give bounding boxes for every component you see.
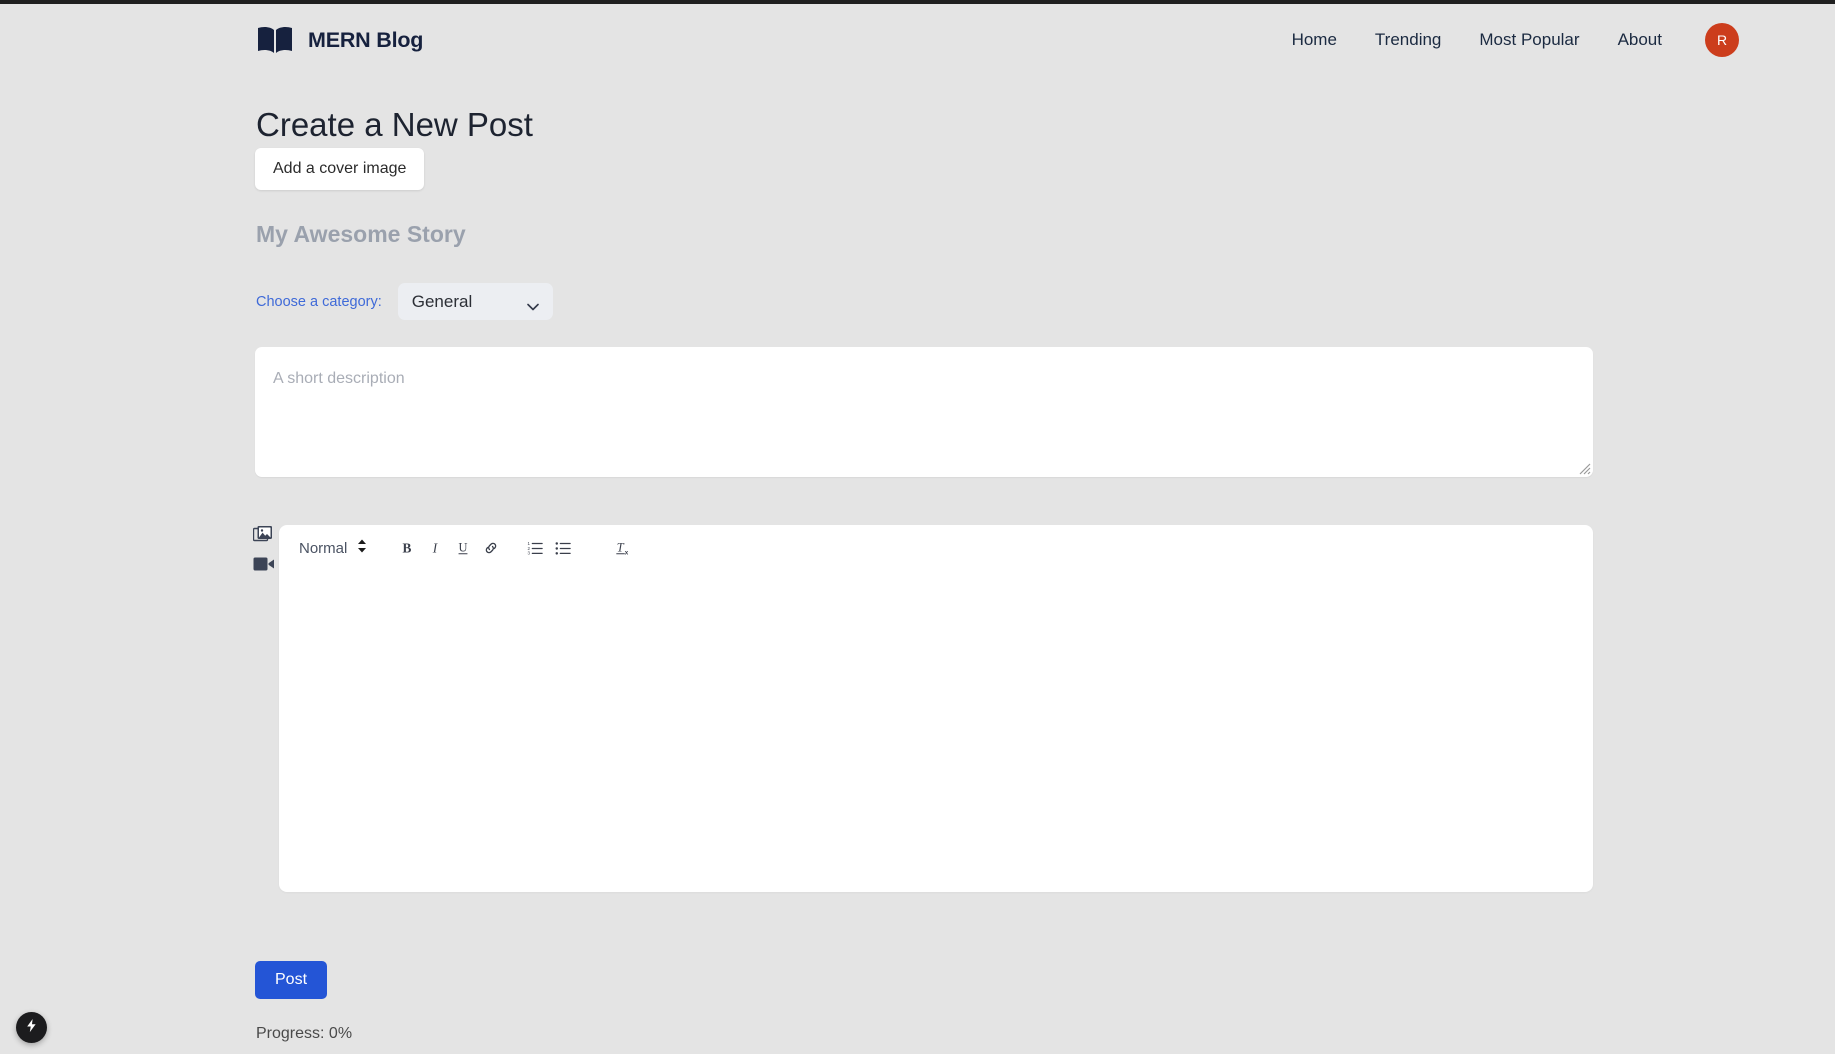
svg-text:I: I xyxy=(432,540,438,555)
format-select-label: Normal xyxy=(299,539,348,557)
lightning-bolt-icon xyxy=(24,1018,39,1038)
editor-content-area[interactable] xyxy=(279,571,1593,892)
category-select-wrap: General xyxy=(397,283,553,320)
side-media-icons xyxy=(252,525,274,575)
description-input[interactable] xyxy=(255,347,1593,477)
app-root: MERN Blog Home Trending Most Popular Abo… xyxy=(0,0,1835,1054)
bold-button[interactable]: B xyxy=(393,534,421,562)
brand[interactable]: MERN Blog xyxy=(256,25,423,55)
add-cover-image-button[interactable]: Add a cover image xyxy=(255,148,425,190)
up-down-arrows-icon xyxy=(357,538,367,559)
post-title-input[interactable]: My Awesome Story xyxy=(256,221,466,248)
nav-link-most-popular[interactable]: Most Popular xyxy=(1460,30,1598,50)
images-icon[interactable] xyxy=(252,525,273,545)
italic-button[interactable]: I xyxy=(421,534,449,562)
category-row: Choose a category: General xyxy=(256,283,553,320)
brand-name: MERN Blog xyxy=(308,27,424,52)
svg-text:B: B xyxy=(403,540,412,555)
video-camera-icon[interactable] xyxy=(253,555,274,575)
nav-link-trending[interactable]: Trending xyxy=(1356,30,1460,50)
svg-text:T: T xyxy=(617,541,625,555)
lightning-fab-button[interactable] xyxy=(16,1012,47,1043)
nav-link-about[interactable]: About xyxy=(1599,30,1681,50)
editor-toolbar: Normal B I U 1 2 3 T x xyxy=(279,525,1593,571)
nav-link-home[interactable]: Home xyxy=(1273,30,1356,50)
link-button[interactable] xyxy=(477,534,505,562)
open-book-icon xyxy=(256,25,294,55)
toolbar-text-style-group: B I U xyxy=(393,534,505,562)
svg-text:x: x xyxy=(625,550,629,556)
nav-links: Home Trending Most Popular About xyxy=(1273,30,1681,50)
bullet-list-button[interactable] xyxy=(549,534,577,562)
ordered-list-button[interactable]: 1 2 3 xyxy=(521,534,549,562)
avatar[interactable]: R xyxy=(1705,23,1739,57)
post-button[interactable]: Post xyxy=(255,961,328,999)
page-title: Create a New Post xyxy=(256,106,533,144)
underline-button[interactable]: U xyxy=(449,534,477,562)
category-label: Choose a category: xyxy=(256,293,382,310)
svg-text:3: 3 xyxy=(528,551,531,556)
clear-formatting-button[interactable]: T x xyxy=(609,534,637,562)
format-select[interactable]: Normal xyxy=(293,538,377,559)
category-select[interactable]: General xyxy=(397,283,553,320)
rich-text-editor: Normal B I U 1 2 3 T x xyxy=(279,525,1593,892)
navbar: MERN Blog Home Trending Most Popular Abo… xyxy=(0,4,1835,76)
toolbar-list-group: 1 2 3 xyxy=(521,534,577,562)
svg-text:U: U xyxy=(459,541,468,555)
progress-status: Progress: 0% xyxy=(256,1025,353,1042)
